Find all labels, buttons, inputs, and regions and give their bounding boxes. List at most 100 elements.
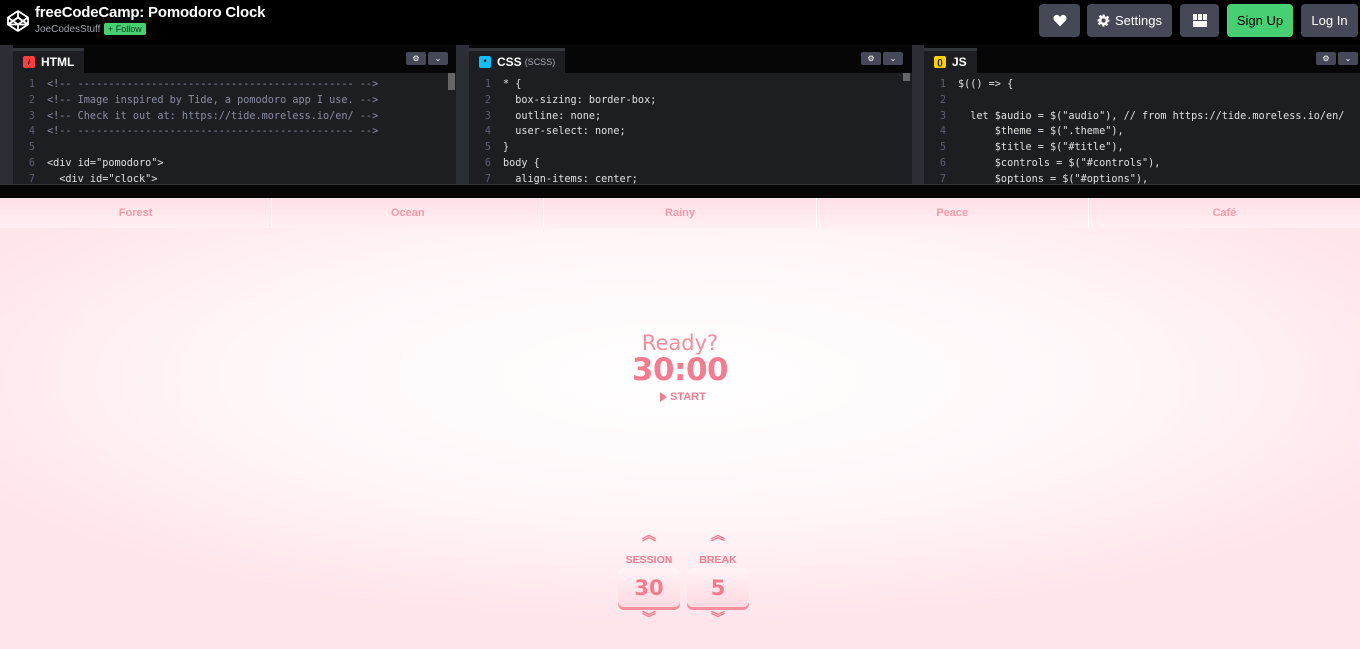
pen-title: freeCodeCamp: Pomodoro Clock (35, 4, 266, 21)
theme-bar: Forest Ocean Rainy Peace Café (0, 198, 1360, 228)
break-control: ︽ BREAK 5 ︾ (687, 529, 749, 633)
css-code[interactable]: 1 * {2 box-sizing: border-box; 3 outline: … (469, 77, 656, 184)
html-code[interactable]: 1 <!-- ----------------------------------… (13, 77, 378, 184)
html-pane-header: / HTML ⚙ ⌄ (13, 45, 456, 73)
code-text: <!-- -----------------------------------… (47, 126, 379, 138)
html-tab-label: HTML (41, 55, 75, 69)
code-text: $options = $("#options"), (958, 173, 1149, 184)
line-number: 3 (28, 110, 35, 122)
css-icon: * (479, 56, 491, 68)
html-icon: / (23, 56, 35, 68)
break-decrement-chevron-down-icon[interactable]: ︾ (687, 612, 749, 633)
code-line: 3 outline: none; (469, 109, 656, 125)
html-editor-pane[interactable]: / HTML ⚙ ⌄ 1 <!-- -----------------------… (13, 45, 456, 184)
code-line: 5 $title = $("#title"), (924, 140, 1344, 156)
css-settings-gear-icon[interactable]: ⚙ (861, 52, 881, 65)
theme-tab-café[interactable]: Café (1088, 198, 1360, 228)
code-line: 5 (13, 140, 378, 156)
line-number: 3 (484, 110, 491, 122)
html-settings-gear-icon[interactable]: ⚙ (406, 52, 426, 65)
line-number: 5 (28, 142, 35, 154)
code-line: 1 $(() => { (924, 77, 1344, 93)
line-number: 6 (939, 157, 946, 169)
html-collapse-chevron-down-icon[interactable]: ⌄ (428, 52, 448, 65)
code-text: <div id="clock"> (47, 173, 158, 184)
settings-label: Settings (1115, 13, 1162, 28)
code-text: let $audio = $("audio"), // from https:/… (958, 110, 1345, 122)
break-label: BREAK (699, 554, 737, 566)
code-text: align-items: center; (503, 173, 638, 184)
line-number: 7 (939, 173, 946, 184)
line-number: 1 (939, 79, 946, 90)
session-control: ︽ SESSION 30 ︾ (618, 529, 680, 633)
line-number: 2 (939, 94, 946, 106)
editor-strip: / HTML ⚙ ⌄ 1 <!-- -----------------------… (0, 45, 1360, 184)
theme-tab-ocean[interactable]: Ocean (272, 198, 545, 228)
css-editor-pane[interactable]: * CSS (SCSS) ⚙ ⌄ 1 * {2 box-sizing: borde… (469, 45, 912, 184)
code-text: * { (503, 79, 522, 90)
code-line: 4 $theme = $(".theme"), (924, 124, 1344, 140)
js-icon: () (934, 56, 946, 68)
gear-icon (1097, 14, 1110, 27)
html-scrollbar[interactable] (448, 73, 455, 90)
break-increment-chevron-up-icon[interactable]: ︽ (687, 529, 749, 550)
heart-button[interactable] (1039, 4, 1080, 37)
code-line: 6 body { (469, 156, 656, 172)
line-number: 4 (939, 126, 946, 138)
session-value: 30 (618, 568, 680, 607)
layout-icon (1192, 14, 1207, 27)
code-text: body { (503, 157, 540, 169)
code-line: 4 user-select: none; (469, 124, 656, 140)
line-number: 2 (28, 94, 35, 106)
css-collapse-chevron-down-icon[interactable]: ⌄ (883, 52, 903, 65)
html-tab[interactable]: / HTML (13, 48, 85, 73)
css-tab[interactable]: * CSS (SCSS) (469, 48, 566, 73)
theme-tab-forest[interactable]: Forest (0, 198, 273, 228)
code-line: 2 <!-- Image inspired by Tide, a pomodoro… (13, 93, 378, 109)
signup-button[interactable]: Sign Up (1227, 4, 1293, 37)
settings-button[interactable]: Settings (1087, 4, 1172, 37)
line-number: 6 (28, 157, 35, 169)
code-text: $theme = $(".theme"), (958, 126, 1124, 138)
resize-handle[interactable] (0, 184, 1360, 198)
clock-time: 30:00 (631, 352, 729, 388)
js-tab[interactable]: () JS (924, 48, 977, 73)
codepen-logo-icon[interactable] (6, 9, 30, 33)
start-label: START (670, 391, 706, 403)
code-text: $title = $("#title"), (958, 142, 1124, 154)
follow-button[interactable]: + Follow (104, 23, 146, 35)
code-line: 5} (469, 140, 656, 156)
css-tab-preprocessor: (SCSS) (524, 57, 556, 67)
start-button[interactable]: START (660, 391, 706, 403)
code-line: 7 align-items: center; (469, 172, 656, 184)
css-scrollbar[interactable] (903, 73, 910, 81)
theme-tab-rainy[interactable]: Rainy (544, 198, 817, 228)
code-line: 1 <!-- ----------------------------------… (13, 77, 378, 93)
js-settings-gear-icon[interactable]: ⚙ (1316, 52, 1336, 65)
js-code[interactable]: 1 $(() => {2 3 let $audio = $("audio"), //… (924, 77, 1345, 184)
line-number: 5 (484, 142, 491, 154)
code-line: 4 <!-- ----------------------------------… (13, 124, 378, 140)
code-line: 3 <!-- Check it out at: https://tide.more… (13, 109, 378, 125)
top-header: freeCodeCamp: Pomodoro Clock JoeCodesStu… (0, 0, 1360, 45)
heart-icon (1052, 14, 1067, 27)
code-text: <!-- -----------------------------------… (47, 79, 379, 90)
js-editor-pane[interactable]: () JS ⚙ ⌄ 1 $(() => {2 3 let $audio = $("a… (924, 45, 1360, 184)
code-line: 6 $controls = $("#controls"), (924, 156, 1344, 172)
session-decrement-chevron-down-icon[interactable]: ︾ (618, 612, 680, 633)
author-link[interactable]: JoeCodesStuff (35, 24, 100, 35)
code-line: 3 let $audio = $("audio"), // from https… (924, 109, 1345, 125)
login-button[interactable]: Log In (1301, 4, 1358, 37)
code-line: 7 <div id="clock"> (13, 172, 378, 184)
layout-button[interactable] (1180, 4, 1219, 37)
css-tab-label: CSS (497, 55, 522, 69)
line-number: 1 (484, 79, 491, 90)
session-increment-chevron-up-icon[interactable]: ︽ (618, 529, 680, 550)
line-number: 3 (939, 110, 946, 122)
code-text: } (503, 142, 510, 154)
theme-tab-peace[interactable]: Peace (816, 198, 1089, 228)
code-line: 2 (924, 93, 1344, 109)
code-text: box-sizing: border-box; (503, 94, 657, 106)
js-collapse-chevron-down-icon[interactable]: ⌄ (1338, 52, 1358, 65)
line-number: 6 (484, 157, 491, 169)
